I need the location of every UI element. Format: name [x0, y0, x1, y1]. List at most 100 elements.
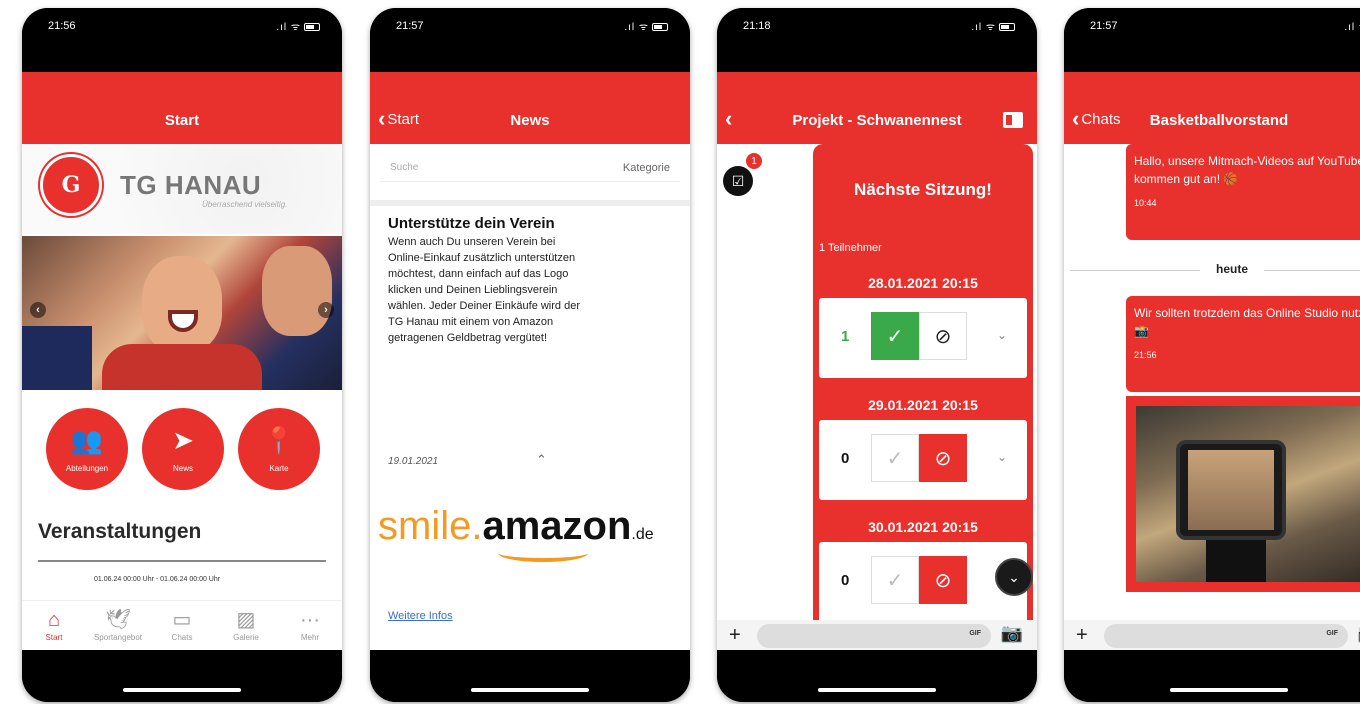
news-button[interactable]: ➤ News	[142, 408, 224, 490]
message-time: 21:56	[1134, 350, 1157, 360]
hero-carousel[interactable]: ‹ ›	[22, 236, 342, 390]
day-separator: heute	[1070, 262, 1360, 280]
divider	[38, 560, 326, 562]
status-time: 21:18	[743, 20, 771, 32]
nav-title: News	[510, 112, 550, 129]
nav-bar: ‹ Chats Basketballvorstand	[1064, 72, 1360, 144]
decline-icon[interactable]: ⊘	[919, 434, 967, 482]
bird-icon: 🕊	[105, 609, 131, 631]
chat-icon: ▭	[172, 609, 192, 631]
home-icon: ⌂	[47, 609, 61, 631]
chat-message[interactable]: Wir sollten trotzdem das Online Studio n…	[1126, 296, 1360, 392]
article-title: Unterstütze dein Verein	[388, 215, 555, 232]
contact-card-icon[interactable]	[1003, 112, 1023, 128]
nav-title: Projekt - Schwanennest	[792, 112, 962, 129]
news-content[interactable]: Suche Kategorie Unterstütze dein Verein …	[370, 144, 690, 650]
slot-vote-box: 1 ✓ ⊘ ⌄	[819, 298, 1027, 378]
phone-group-chat-screen: 21:57 .ıl ᯤ ‹ Chats Basketballvorstand H…	[1064, 8, 1360, 702]
signal-wifi-battery-icon: .ıl ᯤ	[276, 19, 320, 33]
slot-date: 29.01.2021 20:15	[868, 397, 978, 413]
start-content[interactable]: G TG HANAU Überraschend vielseitig. ‹ › …	[22, 144, 342, 650]
home-indicator	[717, 650, 1037, 702]
participants-count: 1 Teilnehmer	[819, 242, 882, 254]
search-input[interactable]: Suche	[390, 162, 418, 173]
decline-icon[interactable]: ⊘	[919, 312, 967, 360]
decline-icon[interactable]: ⊘	[919, 556, 967, 604]
send-icon: ➤	[172, 425, 194, 455]
carousel-next-icon[interactable]: ›	[318, 302, 334, 318]
status-bar: 21:57 .ıl ᯤ	[370, 8, 690, 72]
gif-button[interactable]: GIF	[1326, 630, 1338, 637]
message-time: 10:44	[1134, 198, 1157, 208]
tab-start[interactable]: ⌂ Start	[22, 607, 86, 642]
article-date: 19.01.2021	[388, 456, 439, 467]
poll-icon[interactable]: ☑	[723, 166, 753, 196]
accept-check-icon[interactable]: ✓	[871, 556, 919, 604]
phone-project-chat-screen: 21:18 .ıl ᯤ ‹ Projekt - Schwanennest ☑ 1…	[717, 8, 1037, 702]
search-bar: Suche Kategorie	[380, 150, 680, 182]
home-indicator	[1064, 650, 1360, 702]
chat-content[interactable]: Hallo, unsere Mitmach-Videos auf YouTube…	[1064, 144, 1360, 650]
club-tagline: Überraschend vielseitig.	[202, 200, 288, 209]
gallery-icon: ▨	[236, 609, 256, 631]
more-info-link[interactable]: Weitere Infos	[388, 610, 453, 622]
message-input[interactable]	[1104, 624, 1348, 648]
smile-amazon-logo[interactable]: smile.amazon.de	[378, 504, 690, 549]
poll-slot: 29.01.2021 20:15 0 ✓ ⊘ ⌄	[819, 394, 1027, 500]
accept-check-icon[interactable]: ✓	[871, 312, 919, 360]
phone-news-screen: 21:57 .ıl ᯤ ‹ Start News Suche Kategorie…	[370, 8, 690, 702]
club-header: G TG HANAU Überraschend vielseitig.	[22, 144, 342, 234]
map-pin-icon: 📍	[262, 425, 296, 455]
tab-galerie[interactable]: ▨ Galerie	[214, 607, 278, 642]
signal-wifi-battery-icon: .ıl ᯤ	[624, 19, 668, 33]
people-icon: 👥	[70, 425, 104, 455]
status-time: 21:56	[48, 20, 76, 32]
tab-chats[interactable]: ▭ Chats	[150, 607, 214, 642]
category-filter[interactable]: Kategorie	[623, 162, 670, 174]
tab-mehr[interactable]: ··· Mehr	[278, 607, 342, 642]
event-date[interactable]: 01.06.24 00:00 Uhr - 01.06.24 00:00 Uhr	[94, 576, 220, 583]
karte-button[interactable]: 📍 Karte	[238, 408, 320, 490]
chat-photo-message[interactable]	[1126, 396, 1360, 592]
vote-count: 1	[841, 328, 850, 345]
scroll-down-icon[interactable]: ⌄	[995, 558, 1033, 596]
signal-wifi-battery-icon: .ıl ᯤ	[1344, 22, 1360, 33]
chevron-down-icon[interactable]: ⌄	[997, 450, 1007, 464]
tab-bar: ⌂ Start 🕊 Sportangebot ▭ Chats ▨ Galerie…	[22, 600, 342, 650]
events-heading: Veranstaltungen	[38, 520, 202, 543]
quick-links: 👥 Abteilungen ➤ News 📍 Karte	[22, 408, 342, 494]
camera-icon[interactable]: 📷	[1001, 623, 1023, 644]
photo-image	[1136, 406, 1360, 582]
home-indicator	[22, 650, 342, 702]
poll-card: Nächste Sitzung! 1 Teilnehmer 28.01.2021…	[813, 144, 1033, 622]
chat-content[interactable]: ☑ 1 Nächste Sitzung! 1 Teilnehmer 28.01.…	[717, 144, 1037, 650]
status-bar: 21:57 .ıl ᯤ	[1064, 8, 1360, 72]
abteilungen-button[interactable]: 👥 Abteilungen	[46, 408, 128, 490]
tab-sportangebot[interactable]: 🕊 Sportangebot	[86, 607, 150, 642]
status-time: 21:57	[1090, 20, 1118, 32]
carousel-prev-icon[interactable]: ‹	[30, 302, 46, 318]
message-input[interactable]	[757, 624, 991, 648]
article-body: Wenn auch Du unseren Verein bei Online-E…	[388, 236, 580, 344]
amazon-smile-swoosh	[498, 544, 588, 562]
nav-bar: ‹ Start News	[370, 72, 690, 144]
home-indicator	[370, 650, 690, 702]
accept-check-icon[interactable]: ✓	[871, 434, 919, 482]
signal-wifi-battery-icon: .ıl ᯤ	[971, 19, 1015, 33]
message-input-bar: + GIF 📷	[1064, 620, 1360, 650]
news-article[interactable]: Unterstütze dein Verein Wenn auch Du uns…	[388, 216, 672, 346]
nav-bar: ‹ Projekt - Schwanennest	[717, 72, 1037, 144]
chevron-down-icon[interactable]: ⌄	[997, 328, 1007, 342]
chevron-up-icon[interactable]: ⌃	[536, 452, 547, 468]
message-text: Wir sollten trotzdem das Online Studio n…	[1134, 306, 1360, 338]
club-name: TG HANAU	[120, 170, 262, 200]
slot-date: 30.01.2021 20:15	[868, 519, 978, 535]
gif-button[interactable]: GIF	[969, 630, 981, 637]
slot-vote-box: 0 ✓ ⊘ ⌄	[819, 420, 1027, 500]
message-text: Hallo, unsere Mitmach-Videos auf YouTube…	[1134, 154, 1360, 186]
plus-icon[interactable]: +	[1076, 624, 1088, 647]
slot-date: 28.01.2021 20:15	[868, 275, 978, 291]
chat-message[interactable]: Hallo, unsere Mitmach-Videos auf YouTube…	[1126, 144, 1360, 240]
chevron-left-icon: ‹	[1072, 106, 1080, 131]
plus-icon[interactable]: +	[729, 624, 741, 647]
